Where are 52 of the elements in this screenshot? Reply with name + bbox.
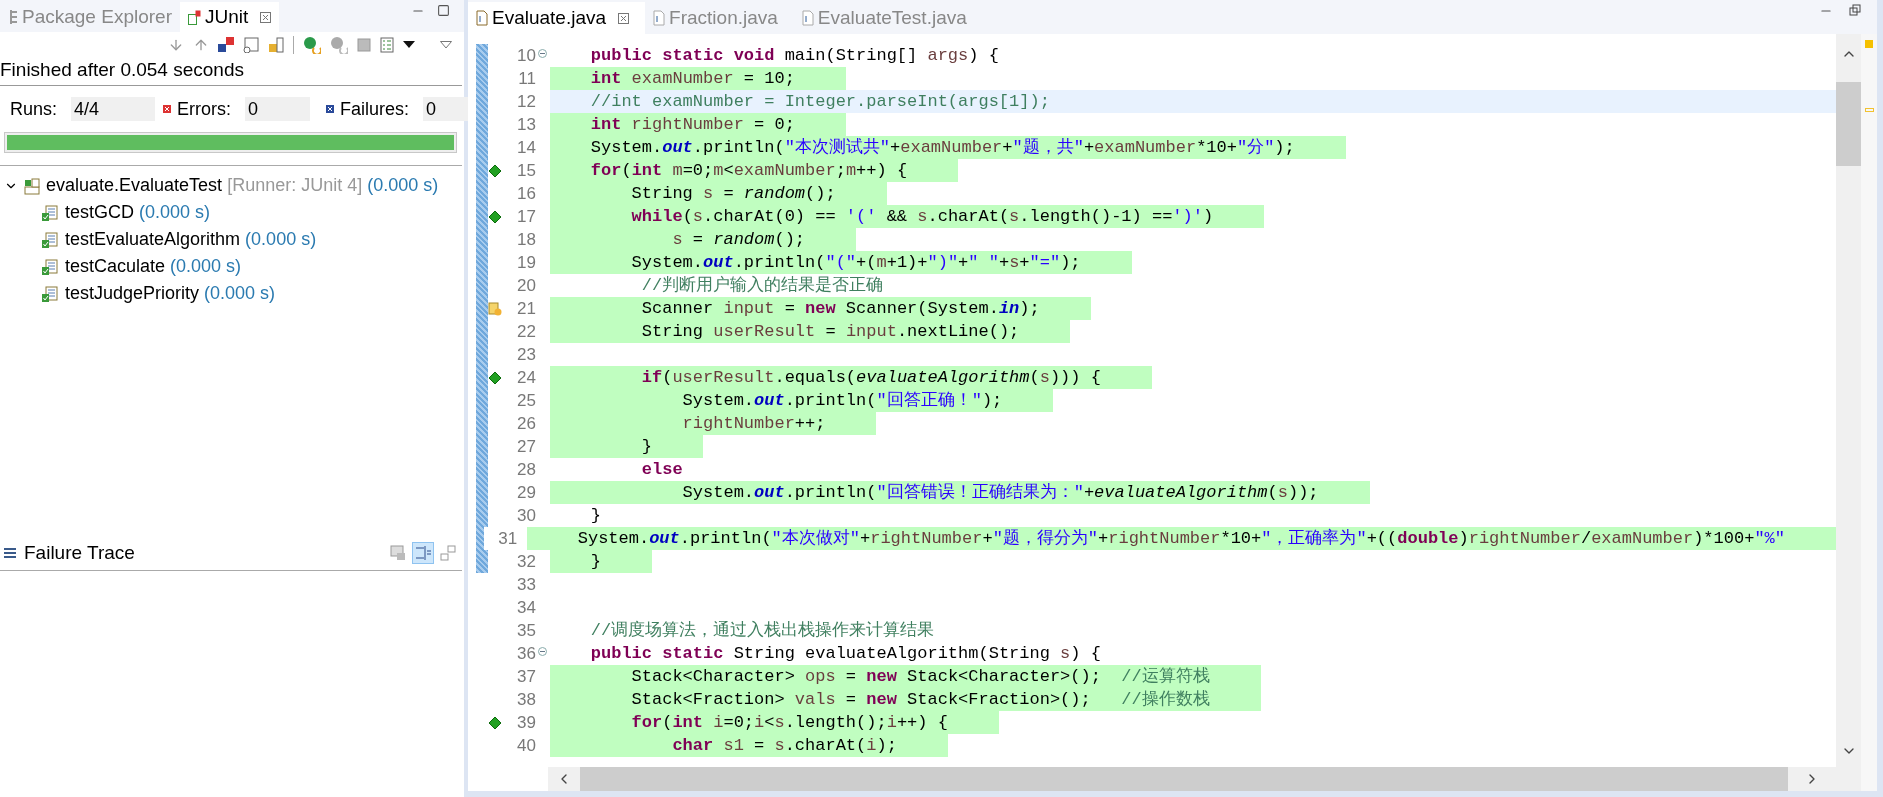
line-number: 31 [498, 528, 518, 550]
code-line: public static void main(String[] args) { [589, 45, 1000, 67]
code-line: //调度场算法，通过入栈出栈操作来计算结果 [589, 619, 936, 642]
code-line: } [589, 505, 602, 527]
test-label[interactable]: testGCD (0.000 s) [65, 199, 211, 226]
line-number: 37 [517, 666, 536, 688]
line-number: 29 [517, 482, 536, 504]
line-number: 21 [517, 298, 536, 320]
line-number: 11 [518, 68, 536, 90]
test-label[interactable]: testCaculate (0.000 s) [65, 253, 242, 280]
line-number: 26 [517, 413, 536, 435]
code-line: //int examNumber = Integer.parseInt(args[1]); [589, 91, 1051, 113]
counter-label: Errors: [177, 97, 233, 121]
line-number: 27 [517, 436, 536, 458]
line-number: 16 [517, 183, 536, 205]
line-number: 40 [517, 735, 536, 757]
test-label[interactable]: testJudgePriority (0.000 s) [65, 280, 276, 307]
line-number: 13 [517, 114, 536, 136]
code-line: public static String evaluateAlgorithm(String s) { [589, 643, 1102, 665]
test-label[interactable]: testEvaluateAlgorithm (0.000 s) [65, 226, 317, 253]
status-text: Finished after 0.054 seconds [0, 58, 245, 82]
code-line: else [640, 459, 684, 481]
view-tab[interactable]: JUnit [179, 2, 280, 32]
line-number: 28 [517, 459, 536, 481]
counter-label: Failures: [340, 97, 411, 121]
line-number: 17 [517, 206, 536, 228]
counter-value: 4/4 [71, 97, 156, 121]
line-number: 12 [517, 91, 536, 113]
line-number: 25 [517, 390, 536, 412]
failure-trace-title: Failure Trace [24, 540, 135, 565]
line-number: 39 [517, 712, 536, 734]
line-number: 19 [517, 252, 536, 274]
line-number: 24 [517, 367, 536, 389]
line-number: 18 [517, 229, 536, 251]
line-number: 22 [517, 321, 536, 343]
line-number: 30 [517, 505, 536, 527]
suite-label[interactable]: evaluate.EvaluateTest [Runner: JUnit 4] (0.000 s) [46, 172, 439, 199]
counter-value: 0 [245, 97, 311, 121]
line-number: 20 [517, 275, 536, 297]
code-line: //判断用户输入的结果是否正确 [640, 275, 885, 297]
line-number: 14 [517, 137, 536, 159]
line-number: 33 [517, 574, 536, 596]
line-number: 23 [517, 344, 536, 366]
line-number: 36 [517, 643, 536, 665]
line-number: 15 [517, 160, 536, 182]
line-number: 32 [517, 551, 536, 573]
editor-tab[interactable]: Evaluate.java [468, 2, 646, 34]
counter-label: Runs: [10, 97, 59, 121]
line-number: 34 [517, 597, 536, 619]
line-number: 35 [517, 620, 536, 642]
line-number: 38 [517, 689, 536, 711]
line-number: 10 [517, 45, 536, 67]
